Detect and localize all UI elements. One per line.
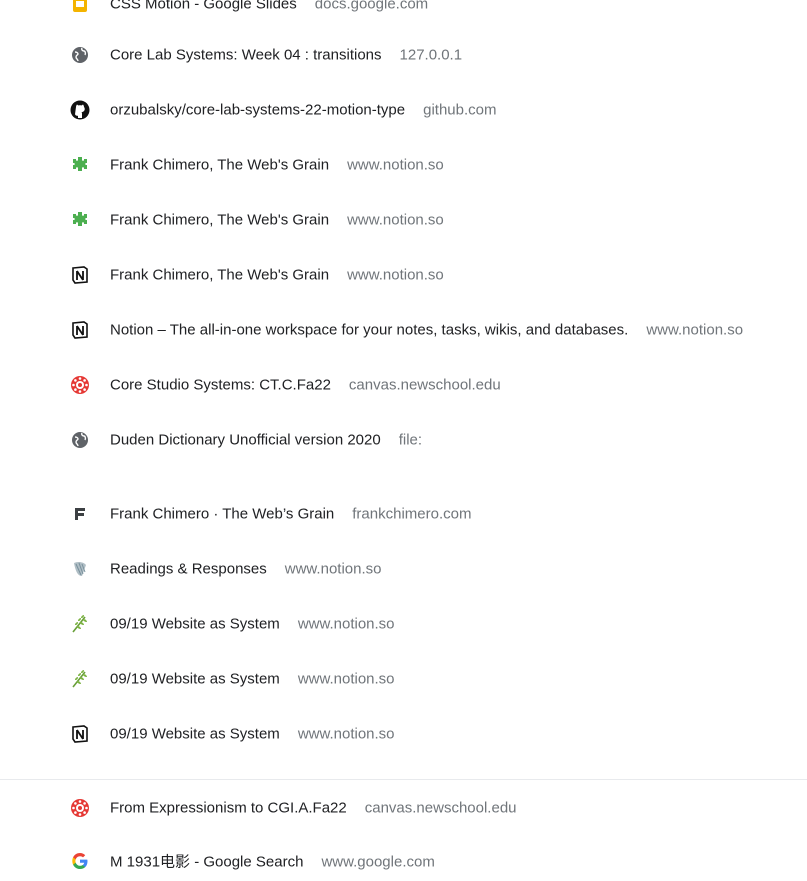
history-item-domain: www.notion.so [284, 560, 382, 578]
shell-icon [70, 559, 90, 579]
history-item-title: Core Studio Systems: CT.C.Fa22 [110, 376, 331, 394]
history-item-domain: file: [398, 431, 423, 449]
history-item-title: CSS Motion - Google Slides [110, 0, 297, 13]
history-item[interactable]: 09/19 Website as System www.notion.so [0, 604, 807, 644]
puzzle-icon [70, 210, 90, 230]
history-item-domain: www.notion.so [297, 725, 395, 743]
notion-icon [70, 724, 90, 744]
history-item-domain: www.notion.so [297, 615, 395, 633]
history-item[interactable]: Core Lab Systems: Week 04 : transitions 1… [0, 35, 807, 75]
history-item-domain: www.notion.so [347, 156, 444, 174]
history-item-title: Frank Chimero, The Web's Grain [110, 156, 330, 174]
canvas-icon [70, 375, 90, 395]
puzzle-icon [70, 155, 90, 175]
history-item-domain: docs.google.com [314, 0, 429, 13]
history-item-title: M 1931电影 - Google Search [110, 853, 304, 871]
history-item-title: Frank Chimero, The Web's Grain [110, 266, 330, 284]
history-item[interactable]: From Expressionism to CGI.A.Fa22 canvas.n… [0, 788, 807, 828]
history-item[interactable]: Frank Chimero, The Web's Grain www.notion… [0, 255, 807, 295]
leaf-icon [70, 614, 90, 634]
section-divider [0, 779, 807, 780]
globe-icon [70, 45, 90, 65]
history-item[interactable]: 09/19 Website as System www.notion.so [0, 659, 807, 699]
history-item[interactable]: CSS Motion - Google Slides docs.google.co… [0, 0, 807, 24]
history-item-title: 09/19 Website as System [110, 615, 280, 633]
history-item-domain: canvas.newschool.edu [348, 376, 501, 394]
google-g-icon [70, 851, 90, 871]
frankchimero-f-icon [70, 504, 90, 524]
history-item-title: 09/19 Website as System [110, 670, 280, 688]
history-item[interactable]: M 1931电影 - Google Search www.google.com [0, 841, 807, 881]
history-item-domain: www.notion.so [347, 266, 444, 284]
history-item-domain: www.google.com [321, 853, 435, 871]
history-item[interactable]: Notion – The all-in-one workspace for yo… [0, 310, 807, 350]
history-item-domain: github.com [423, 101, 497, 119]
history-item-title: Readings & Responses [110, 560, 267, 578]
google-slides-icon [70, 0, 90, 14]
history-item-title: Frank Chimero, The Web's Grain [110, 211, 330, 229]
history-item-domain: canvas.newschool.edu [364, 799, 517, 817]
history-item-domain: 127.0.0.1 [399, 46, 463, 64]
canvas-icon [70, 798, 90, 818]
history-item[interactable]: Readings & Responses www.notion.so [0, 549, 807, 589]
github-icon [70, 100, 90, 120]
history-item-domain: www.notion.so [646, 321, 744, 339]
history-item-domain: frankchimero.com [352, 505, 472, 523]
globe-icon [70, 430, 90, 450]
history-item-title: Duden Dictionary Unofficial version 2020 [110, 431, 381, 449]
history-item-title: 09/19 Website as System [110, 725, 280, 743]
history-item-title: Notion – The all-in-one workspace for yo… [110, 321, 629, 339]
history-item-domain: www.notion.so [297, 670, 395, 688]
history-item-title: From Expressionism to CGI.A.Fa22 [110, 799, 347, 817]
history-item[interactable]: Frank Chimero, The Web's Grain www.notion… [0, 200, 807, 240]
leaf-icon [70, 669, 90, 689]
notion-icon [70, 265, 90, 285]
notion-icon [70, 320, 90, 340]
history-item-domain: www.notion.so [347, 211, 444, 229]
history-item[interactable]: Core Studio Systems: CT.C.Fa22 canvas.new… [0, 365, 807, 405]
history-item-title: orzubalsky/core-lab-systems-22-motion-ty… [110, 101, 406, 119]
history-item[interactable]: Frank Chimero, The Web's Grain www.notion… [0, 145, 807, 185]
history-item-title: Frank Chimero · The Web’s Grain [110, 505, 335, 523]
history-item[interactable]: 09/19 Website as System www.notion.so [0, 714, 807, 754]
history-item[interactable]: orzubalsky/core-lab-systems-22-motion-ty… [0, 90, 807, 130]
history-item[interactable]: Duden Dictionary Unofficial version 2020… [0, 420, 807, 460]
history-item[interactable]: Frank Chimero · The Web’s Grain frankchim… [0, 494, 807, 534]
history-item-title: Core Lab Systems: Week 04 : transitions [110, 46, 382, 64]
